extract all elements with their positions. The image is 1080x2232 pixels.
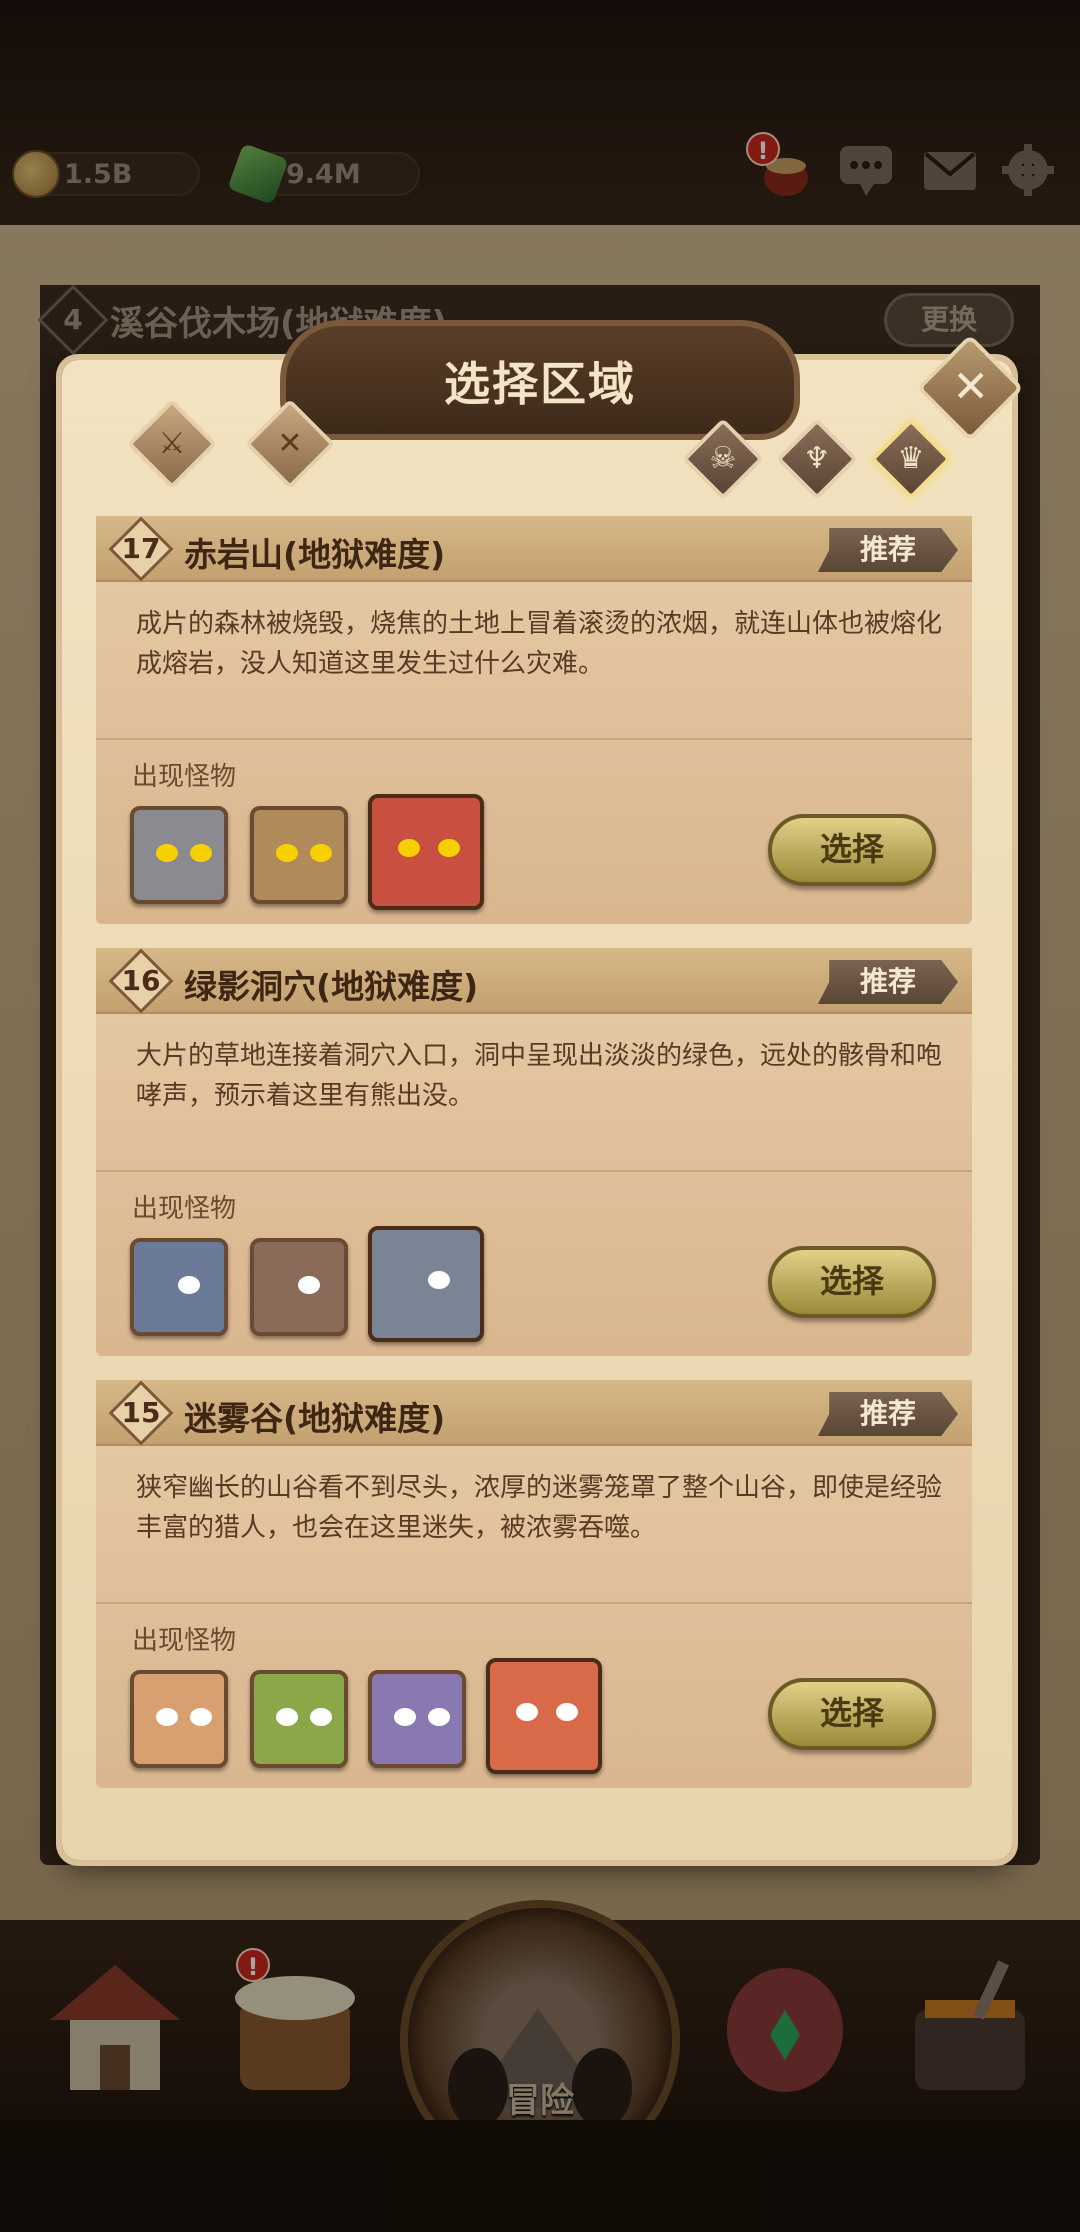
area-level-badge: 17 <box>108 516 174 582</box>
sword-icon: ⚔ <box>158 426 186 461</box>
monsters-label: 出现怪物 <box>132 1194 237 1224</box>
area-description: 大片的草地连接着洞穴入口，洞中呈现出淡淡的绿色，远处的骸骨和咆哮声，预示着这里有… <box>136 1041 943 1111</box>
recommend-tag: 推荐 <box>818 960 958 1004</box>
select-button[interactable]: 选择 <box>768 1678 936 1750</box>
purple-troll-icon[interactable] <box>368 1670 466 1768</box>
brown-bear-icon[interactable] <box>250 1238 348 1336</box>
stone-golem-icon[interactable] <box>130 806 228 904</box>
scarred-bear-icon[interactable] <box>368 1226 484 1342</box>
skull-icon: ☠ <box>709 441 737 476</box>
area-name: 绿影洞穴(地狱难度) <box>184 967 479 1006</box>
area-level-badge: 16 <box>108 948 174 1014</box>
area-name: 迷雾谷(地狱难度) <box>184 1399 446 1438</box>
green-troll-icon[interactable] <box>250 1670 348 1768</box>
crossed-swords-icon: ✕ <box>277 426 303 461</box>
ogre-chief-icon[interactable] <box>486 1658 602 1774</box>
area-card-header: 16 绿影洞穴(地狱难度) 推荐 <box>96 948 972 1014</box>
card-divider <box>96 1602 972 1604</box>
card-divider <box>96 1170 972 1172</box>
area-card-header: 15 迷雾谷(地狱难度) 推荐 <box>96 1380 972 1446</box>
rock-golem-icon[interactable] <box>250 806 348 904</box>
close-icon: ✕ <box>952 361 990 413</box>
select-button[interactable]: 选择 <box>768 1246 936 1318</box>
boss-skull-icon: ♛ <box>897 441 925 476</box>
area-card: 17 赤岩山(地狱难度) 推荐 成片的森林被烧毁，烧焦的土地上冒着滚烫的浓烟，就… <box>96 516 972 924</box>
area-card: 16 绿影洞穴(地狱难度) 推荐 大片的草地连接着洞穴入口，洞中呈现出淡淡的绿色… <box>96 948 972 1356</box>
monsters-label: 出现怪物 <box>132 1626 237 1656</box>
area-description: 成片的森林被烧毁，烧焦的土地上冒着滚烫的浓烟，就连山体也被熔化成熔岩，没人知道这… <box>136 609 943 679</box>
monsters-label: 出现怪物 <box>132 762 237 792</box>
recommend-tag: 推荐 <box>818 528 958 572</box>
recommend-tag: 推荐 <box>818 1392 958 1436</box>
area-level-badge: 15 <box>108 1380 174 1446</box>
lava-golem-icon[interactable] <box>368 794 484 910</box>
select-button[interactable]: 选择 <box>768 814 936 886</box>
demon-icon: ♆ <box>803 441 831 476</box>
area-name: 赤岩山(地狱难度) <box>184 535 446 574</box>
area-card: 15 迷雾谷(地狱难度) 推荐 狭窄幽长的山谷看不到尽头，浓厚的迷雾笼罩了整个山… <box>96 1380 972 1788</box>
red-troll-icon[interactable] <box>130 1670 228 1768</box>
blue-bear-icon[interactable] <box>130 1238 228 1336</box>
modal-title: 选择区域 <box>444 357 636 411</box>
card-divider <box>96 738 972 740</box>
area-card-header: 17 赤岩山(地狱难度) 推荐 <box>96 516 972 582</box>
area-description: 狭窄幽长的山谷看不到尽头，浓厚的迷雾笼罩了整个山谷，即使是经验丰富的猎人，也会在… <box>136 1473 943 1543</box>
